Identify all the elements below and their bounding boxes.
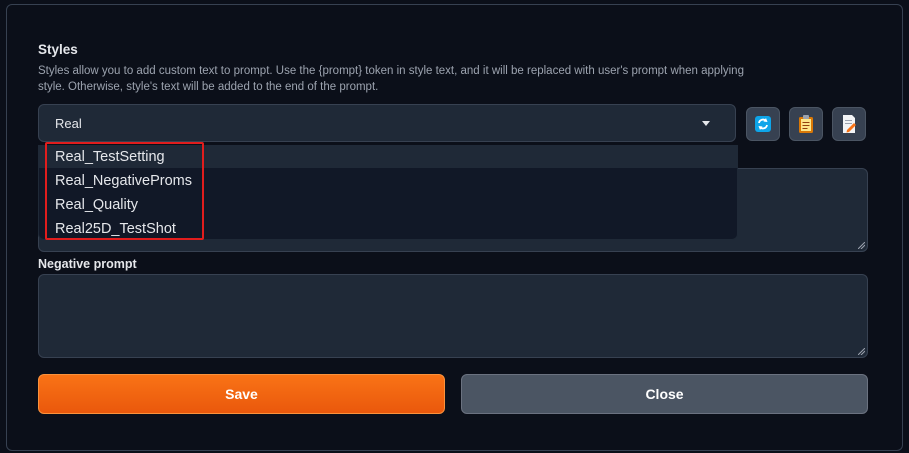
- style-select-value: Real: [55, 116, 82, 131]
- apply-to-prompt-button[interactable]: [789, 107, 823, 141]
- negative-prompt-label: Negative prompt: [38, 257, 137, 271]
- resize-handle-icon[interactable]: [858, 348, 865, 355]
- red-highlight-box: [45, 142, 204, 240]
- chevron-down-icon: [702, 121, 710, 126]
- close-button[interactable]: Close: [461, 374, 868, 414]
- clipboard-icon: [799, 115, 813, 133]
- refresh-icon: [755, 116, 771, 132]
- styles-description: Styles allow you to add custom text to p…: [38, 65, 744, 93]
- refresh-button[interactable]: [746, 107, 780, 141]
- edit-style-button[interactable]: [832, 107, 866, 141]
- style-select[interactable]: Real: [38, 104, 736, 142]
- styles-title: Styles: [38, 42, 78, 57]
- resize-handle-icon[interactable]: [858, 242, 865, 249]
- edit-icon: [843, 115, 856, 133]
- save-button[interactable]: Save: [38, 374, 445, 414]
- negative-prompt-textarea[interactable]: [38, 274, 868, 358]
